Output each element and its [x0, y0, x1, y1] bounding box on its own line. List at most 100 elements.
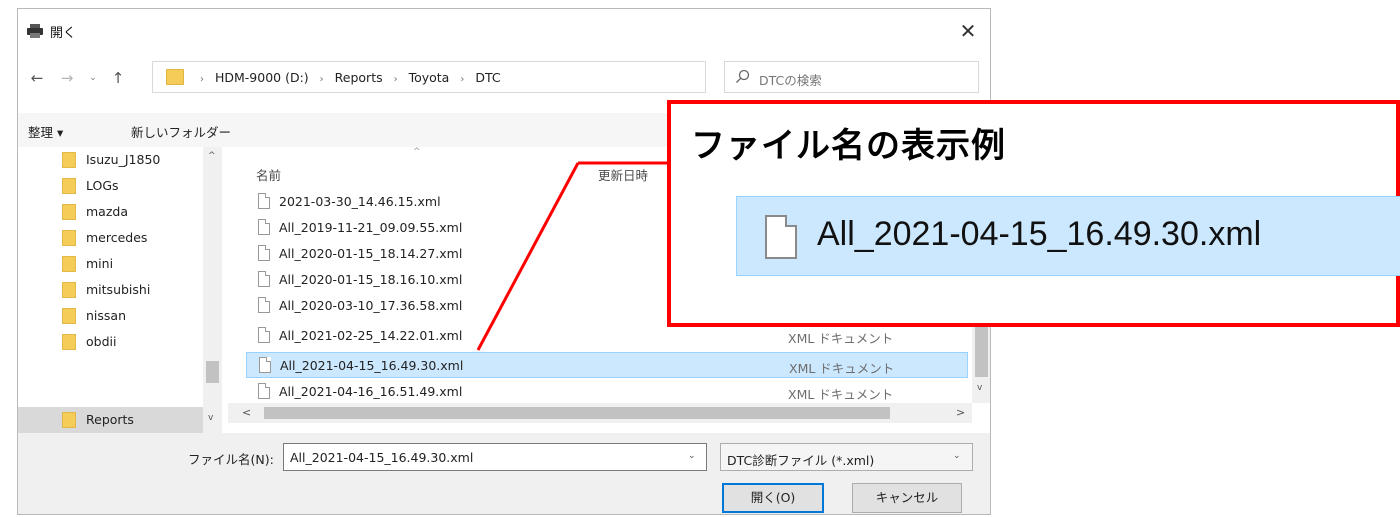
nav-item-mitsubishi[interactable]: mitsubishi: [18, 277, 206, 303]
folder-icon: [62, 178, 76, 194]
folder-icon: [62, 152, 76, 168]
organize-button[interactable]: 整理 ▾: [28, 122, 63, 141]
nav-item-label: obdii: [86, 334, 117, 349]
folder-icon: [62, 308, 76, 324]
folder-icon: [62, 204, 76, 220]
file-name: All_2020-01-15_18.16.10.xml: [279, 272, 463, 287]
file-icon: [258, 383, 270, 399]
title-bar: 開く ✕: [18, 9, 990, 53]
chevron-down-icon: ⌄: [953, 451, 961, 461]
file-name: All_2020-01-15_18.14.27.xml: [279, 246, 463, 261]
search-icon: [736, 69, 750, 83]
callout-file-name: All_2021-04-15_16.49.30.xml: [817, 215, 1262, 253]
nav-item-mercedes[interactable]: mercedes: [18, 225, 206, 251]
nav-item-label: LOGs: [86, 178, 119, 193]
search-placeholder: DTCの検索: [759, 73, 822, 88]
nav-item-obdii[interactable]: obdii: [18, 329, 206, 355]
address-bar[interactable]: › HDM-9000 (D:) › Reports › Toyota › DTC…: [152, 61, 802, 93]
breadcrumb-item-dtc[interactable]: DTC: [475, 70, 500, 85]
sort-indicator-icon: ^: [413, 147, 421, 157]
file-name: All_2021-04-15_16.49.30.xml: [280, 358, 464, 373]
filename-value: All_2021-04-15_16.49.30.xml: [290, 450, 474, 465]
nav-item-label: Isuzu_J1850: [86, 152, 161, 167]
nav-item-label: mini: [86, 256, 114, 271]
file-row-selected[interactable]: All_2021-04-15_16.49.30.xml XML ドキュメント: [246, 352, 968, 378]
column-header-name[interactable]: 名前: [256, 165, 281, 184]
nav-item-label: nissan: [86, 308, 127, 323]
nav-scrollbar[interactable]: ^ v: [203, 147, 222, 433]
scroll-up-icon[interactable]: ^: [208, 151, 216, 161]
file-icon: [259, 357, 271, 373]
nav-item-label: mitsubishi: [86, 282, 151, 297]
breadcrumb-separator: ›: [319, 74, 324, 85]
file-name: All_2021-04-16_16.51.49.xml: [279, 384, 463, 399]
column-header-date[interactable]: 更新日時: [598, 165, 648, 184]
cancel-button[interactable]: キャンセル: [852, 483, 962, 513]
dialog-footer: ファイル名(N): All_2021-04-15_16.49.30.xml ⌄ …: [18, 433, 990, 514]
close-button[interactable]: ✕: [946, 9, 990, 53]
filename-input[interactable]: All_2021-04-15_16.49.30.xml ⌄: [283, 443, 707, 471]
up-button[interactable]: ↑: [107, 67, 129, 89]
nav-item-nissan[interactable]: nissan: [18, 303, 206, 329]
recent-locations-button[interactable]: ⌄: [82, 67, 104, 89]
nav-item-label: mazda: [86, 204, 128, 219]
scrollbar-thumb[interactable]: [264, 407, 890, 419]
breadcrumb-item-drive[interactable]: HDM-9000 (D:): [215, 70, 309, 85]
file-name: All_2021-02-25_14.22.01.xml: [279, 328, 463, 343]
nav-item-logs[interactable]: LOGs: [18, 173, 206, 199]
file-name: All_2020-03-10_17.36.58.xml: [279, 298, 463, 313]
callout-file-row: All_2021-04-15_16.49.30.xml: [736, 196, 1400, 276]
folder-icon: [62, 282, 76, 298]
window-title: 開く: [50, 26, 77, 41]
file-icon: [258, 271, 270, 287]
nav-item-isuzu[interactable]: Isuzu_J1850: [18, 147, 206, 173]
nav-item-mazda[interactable]: mazda: [18, 199, 206, 225]
new-folder-button[interactable]: 新しいフォルダー: [131, 122, 231, 141]
file-row[interactable]: All_2021-04-16_16.51.49.xml XML ドキュメント: [246, 379, 968, 405]
file-type: XML ドキュメント: [788, 331, 894, 346]
breadcrumb-separator: ›: [393, 74, 398, 85]
file-name: 2021-03-30_14.46.15.xml: [279, 194, 441, 209]
scrollbar-thumb[interactable]: [206, 361, 219, 383]
navigation-pane: Isuzu_J1850 LOGs mazda mercedes mini mit…: [18, 147, 223, 433]
nav-item-reports[interactable]: Reports: [18, 407, 206, 433]
file-type-value: DTC診断ファイル (*.xml): [727, 453, 875, 468]
breadcrumb-item-toyota[interactable]: Toyota: [409, 70, 450, 85]
folder-icon: [62, 256, 76, 272]
file-icon: [258, 219, 270, 235]
file-type: XML ドキュメント: [788, 387, 894, 402]
breadcrumb-item-reports[interactable]: Reports: [335, 70, 383, 85]
file-icon: [258, 193, 270, 209]
nav-item-mini[interactable]: mini: [18, 251, 206, 277]
breadcrumb-separator: ›: [200, 74, 204, 85]
search-input[interactable]: DTCの検索: [724, 61, 979, 93]
folder-icon: [62, 230, 76, 246]
folder-icon: [62, 334, 76, 350]
file-type-select[interactable]: DTC診断ファイル (*.xml) ⌄: [720, 443, 973, 471]
forward-button[interactable]: →: [56, 67, 78, 89]
nav-item-label: mercedes: [86, 230, 148, 245]
folder-icon: [62, 412, 76, 428]
filename-example-callout: ファイル名の表示例 All_2021-04-15_16.49.30.xml: [667, 100, 1400, 327]
breadcrumb-separator: ›: [460, 74, 465, 85]
file-icon: [258, 327, 270, 343]
back-button[interactable]: ←: [26, 67, 48, 89]
scroll-left-icon[interactable]: <: [242, 406, 251, 419]
filename-label: ファイル名(N):: [188, 452, 274, 467]
scroll-right-icon[interactable]: >: [956, 406, 965, 419]
scroll-down-icon[interactable]: v: [208, 413, 213, 423]
scroll-down-icon[interactable]: v: [977, 383, 982, 393]
navigation-bar: ← → ⌄ ↑ › HDM-9000 (D:) › Reports › Toyo…: [18, 59, 990, 95]
file-type: XML ドキュメント: [789, 361, 895, 376]
printer-icon: [27, 24, 43, 38]
file-list-horizontal-scrollbar[interactable]: < >: [228, 403, 972, 423]
file-icon: [258, 245, 270, 261]
nav-item-label: Reports: [86, 412, 134, 427]
chevron-down-icon[interactable]: ⌄: [688, 451, 696, 461]
folder-icon: [166, 69, 184, 85]
file-icon: [258, 297, 270, 313]
breadcrumb: › HDM-9000 (D:) › Reports › Toyota › DTC: [193, 70, 501, 85]
callout-title: ファイル名の表示例: [691, 126, 1006, 166]
file-name: All_2019-11-21_09.09.55.xml: [279, 220, 463, 235]
open-button[interactable]: 開く(O): [722, 483, 824, 513]
